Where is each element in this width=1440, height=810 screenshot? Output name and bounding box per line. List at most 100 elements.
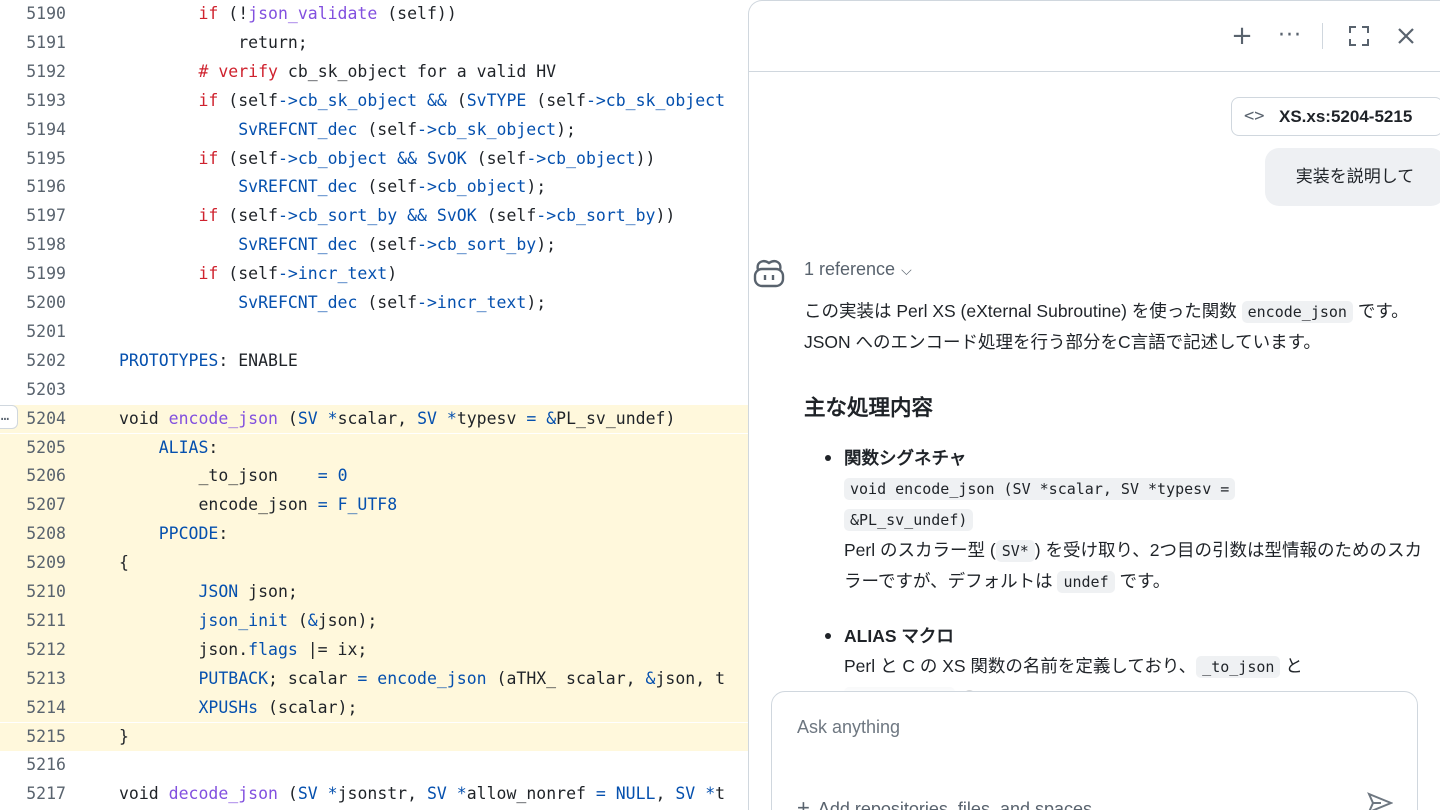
chat-input-box[interactable]: Ask anything + Add repositories, files, a…	[771, 691, 1418, 810]
code-token: json_init	[119, 610, 288, 630]
code-token: F_UTF8	[337, 495, 398, 515]
code-token: ->cb_sk_object	[585, 90, 726, 110]
code-token: if	[119, 4, 229, 23]
kebab-horizontal-icon[interactable]: ···	[1274, 19, 1306, 53]
add-context-button[interactable]: + Add repositories, files, and spaces	[797, 795, 1092, 810]
code-text: void decode_json (SV *jsonstr, SV *allow…	[119, 780, 725, 809]
line-number[interactable]: 5206	[0, 462, 66, 491]
code-text: }	[119, 723, 129, 752]
code-token: SvOK	[436, 206, 477, 226]
code-token: &	[307, 610, 318, 630]
line-number[interactable]: 5200	[0, 289, 66, 318]
line-number[interactable]: 5208	[0, 520, 66, 549]
chat-input[interactable]: Ask anything	[797, 717, 900, 738]
code-token: :	[208, 437, 219, 457]
line-number[interactable]: 5217	[0, 780, 66, 809]
code-text: json.flags |= ix;	[119, 636, 367, 665]
code-token: *	[327, 408, 338, 428]
code-token: _to_json	[119, 466, 318, 486]
code-token: ->incr_text	[277, 264, 388, 284]
intro-text: この実装は Perl XS (eXternal Subroutine) を使った…	[804, 301, 1242, 321]
code-token: ->cb_sk_object	[277, 90, 418, 110]
references-toggle[interactable]: 1 reference ⌵	[804, 256, 912, 283]
code-token: &	[645, 668, 656, 688]
inline-code: undef	[1057, 571, 1115, 593]
line-number[interactable]: 5195	[0, 145, 66, 174]
code-token: PPCODE	[119, 524, 219, 544]
code-line: 5205 ALIAS:	[0, 433, 760, 463]
line-number[interactable]: 5213	[0, 665, 66, 694]
line-number[interactable]: 5202	[0, 347, 66, 376]
x-icon[interactable]	[1390, 19, 1422, 53]
code-text: if (self->cb_sort_by && SvOK (self->cb_s…	[119, 202, 675, 231]
code-token: (self	[228, 264, 278, 284]
line-number[interactable]: 5199	[0, 260, 66, 289]
line-number[interactable]: 5214	[0, 694, 66, 723]
code-text: {	[119, 549, 129, 578]
code-token: return;	[119, 32, 308, 52]
code-token: (self	[526, 90, 586, 110]
code-token: encode_json	[119, 495, 318, 515]
code-line: 5201	[0, 318, 760, 347]
paper-airplane-icon[interactable]	[1367, 792, 1394, 810]
fullscreen-icon[interactable]	[1343, 19, 1375, 53]
bullet-text: Perl と C の XS 関数の名前を定義しており、	[844, 656, 1197, 676]
code-token: (self	[228, 90, 278, 110]
plus-icon[interactable]: +	[1226, 19, 1258, 53]
code-text: XPUSHs (scalar);	[119, 694, 357, 723]
expand-gutter-button[interactable]: …	[0, 405, 18, 429]
code-token: (	[446, 90, 467, 110]
line-number[interactable]: 5191	[0, 29, 66, 58]
code-token: PROTOTYPES	[119, 350, 219, 370]
code-token: if	[119, 90, 229, 110]
code-text: SvREFCNT_dec (self->cb_object);	[119, 173, 546, 202]
line-number[interactable]: 5192	[0, 58, 66, 87]
code-token: |= ix;	[297, 639, 368, 659]
code-token: # verify	[119, 61, 288, 81]
code-text: SvREFCNT_dec (self->incr_text);	[119, 289, 546, 318]
code-token: PL_sv_undef)	[556, 408, 676, 428]
inline-code: &PL_sv_undef)	[844, 509, 974, 531]
line-number[interactable]: 5207	[0, 491, 66, 520]
line-number[interactable]: 5216	[0, 751, 66, 780]
bullet-text: Perl のスカラー型 (	[844, 540, 996, 560]
code-text: PUTBACK; scalar = encode_json (aTHX_ sca…	[119, 665, 725, 694]
line-number[interactable]: 5190	[0, 0, 66, 29]
code-line: 5203	[0, 376, 760, 405]
code-token: *	[327, 784, 338, 804]
code-text: encode_json = F_UTF8	[119, 491, 397, 520]
line-number[interactable]: 5211	[0, 607, 66, 636]
code-token: *	[456, 784, 467, 804]
code-icon: <>	[1244, 106, 1265, 126]
code-text: PROTOTYPES: ENABLE	[119, 347, 298, 376]
line-number[interactable]: 5215	[0, 723, 66, 752]
line-number[interactable]: 5198	[0, 231, 66, 260]
code-token: (self))	[377, 4, 457, 23]
line-number[interactable]: 5209	[0, 549, 66, 578]
code-line: 5190 if (!json_validate (self))	[0, 0, 760, 29]
line-number[interactable]: 5205	[0, 434, 66, 463]
code-token: void	[119, 784, 169, 804]
line-number[interactable]: 5212	[0, 636, 66, 665]
code-token: SV	[297, 408, 318, 428]
line-number[interactable]: 5197	[0, 202, 66, 231]
code-token: ->cb_object	[277, 148, 388, 168]
line-number[interactable]: 5210	[0, 578, 66, 607]
code-token: &&	[407, 206, 427, 226]
line-number[interactable]: 5201	[0, 318, 66, 347]
bullet-text: です。	[1114, 571, 1171, 591]
line-number[interactable]: 5196	[0, 173, 66, 202]
code-text: if (self->cb_object && SvOK (self->cb_ob…	[119, 145, 655, 174]
line-number[interactable]: 5203	[0, 376, 66, 405]
code-editor: 5190 if (!json_validate (self)) 5191 retu…	[0, 0, 760, 810]
code-text: JSON json;	[119, 578, 297, 607]
code-token: &	[546, 408, 557, 428]
code-reference-chip[interactable]: <> XS.xs:5204-5215	[1231, 97, 1440, 136]
code-token: :	[218, 524, 229, 544]
line-number[interactable]: 5193	[0, 87, 66, 116]
line-number[interactable]: 5194	[0, 116, 66, 145]
assistant-message: この実装は Perl XS (eXternal Subroutine) を使った…	[804, 296, 1429, 737]
